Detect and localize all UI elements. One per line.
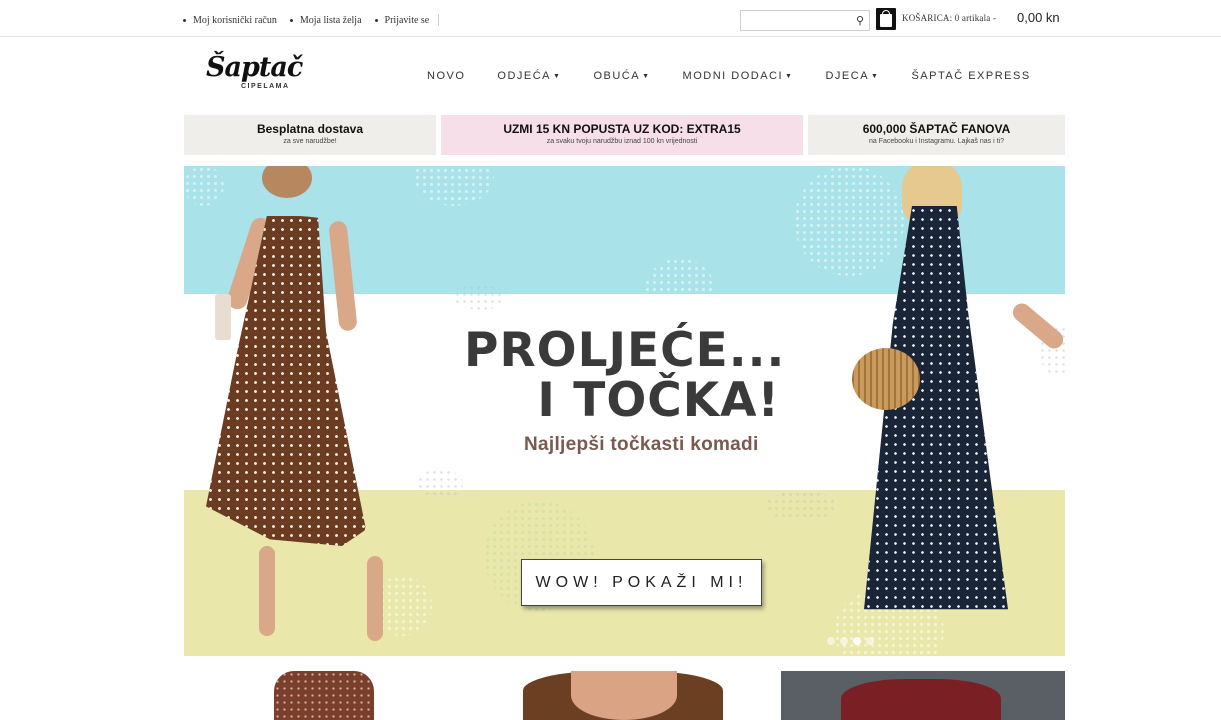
- wishlist-link-label: Moja lista želja: [299, 14, 362, 26]
- nav-label: NOVO: [427, 70, 466, 82]
- nav-label: ŠAPTAČ EXPRESS: [911, 70, 1031, 82]
- nav-item-obuca[interactable]: OBUĆA ▼: [593, 70, 650, 82]
- nav-item-djeca[interactable]: DJECA ▼: [825, 70, 879, 82]
- login-link[interactable]: Prijavite se: [374, 14, 430, 26]
- logo-text: Šaptač: [206, 52, 303, 83]
- nav-label: OBUĆA: [593, 70, 641, 82]
- nav-item-odjeca[interactable]: ODJEĆA ▼: [497, 70, 561, 82]
- promo-discount-code[interactable]: UZMI 15 KN POPUSTA UZ KOD: EXTRA15 za sv…: [441, 115, 803, 155]
- cart-icon[interactable]: [876, 8, 896, 30]
- slider-dot-active[interactable]: [853, 637, 861, 645]
- caret-down-icon: ▼: [642, 73, 651, 80]
- logo[interactable]: Šaptač CIPELAMA: [206, 52, 303, 96]
- polka-decoration: [766, 491, 836, 521]
- account-links: Moj korisnički račun Moja lista želja Pr…: [183, 14, 440, 26]
- promo-subtitle: za sve narudžbe!: [283, 138, 337, 145]
- slider-dot[interactable]: [827, 637, 835, 645]
- nav-item-novo[interactable]: NOVO: [427, 70, 465, 82]
- nav-label: DJECA: [825, 70, 870, 82]
- category-tile-1[interactable]: [184, 671, 468, 720]
- model-left-leg: [259, 546, 275, 636]
- polka-decoration: [644, 258, 716, 330]
- polka-decoration: [417, 469, 463, 499]
- promo-title: Besplatna dostava: [256, 122, 364, 136]
- nav-item-modni-dodaci[interactable]: MODNI DODACI ▼: [683, 70, 794, 82]
- category-tile-2[interactable]: [483, 671, 765, 720]
- promo-subtitle: na Facebooku i Instagramu. Lajkaš nas i …: [868, 138, 1005, 145]
- hero-subtitle: Najljepši točkasti komadi: [524, 434, 759, 455]
- bullet-icon: [183, 18, 186, 22]
- hero-banner[interactable]: PROLJEĆE... I TOČKA! Najljepši točkasti …: [184, 166, 1065, 656]
- model-left-leg: [367, 556, 383, 641]
- slider-dot[interactable]: [866, 637, 874, 645]
- wishlist-link[interactable]: Moja lista želja: [289, 14, 362, 26]
- logo-subtext: CIPELAMA: [241, 83, 290, 90]
- promo-free-shipping[interactable]: Besplatna dostava za sve narudžbe!: [184, 115, 436, 155]
- promo-subtitle: za svaku tvoju narudžbu iznad 100 kn vri…: [546, 138, 698, 145]
- hero-cta-button[interactable]: WOW! POKAŽI MI!: [521, 559, 762, 606]
- login-link-label: Prijavite se: [384, 14, 430, 26]
- account-link[interactable]: Moj korisnički račun: [183, 14, 277, 26]
- model-right-bag: [852, 348, 920, 410]
- slider-pagination: [827, 637, 879, 645]
- hero-headline-line2: I TOČKA!: [537, 373, 780, 428]
- category-tile-3[interactable]: [781, 671, 1065, 720]
- caret-down-icon: ▼: [553, 73, 562, 80]
- nav-label: MODNI DODACI: [682, 70, 784, 82]
- polka-decoration: [794, 166, 904, 276]
- cart-label[interactable]: KOŠARICA: 0 artikala -: [902, 13, 996, 23]
- nav-label: ODJEĆA: [497, 70, 552, 82]
- promo-title: 600,000 ŠAPTAČ FANOVA: [862, 122, 1011, 136]
- nav-item-saptac-express[interactable]: ŠAPTAČ EXPRESS: [911, 70, 1030, 82]
- slider-dot[interactable]: [840, 637, 848, 645]
- cart-total[interactable]: 0,00 kn: [1017, 10, 1060, 25]
- promo-title: UZMI 15 KN POPUSTA UZ KOD: EXTRA15: [503, 122, 741, 136]
- main-nav: NOVO ODJEĆA ▼ OBUĆA ▼ MODNI DODACI ▼ DJECA ▼…: [427, 70, 1063, 82]
- caret-down-icon: ▼: [871, 73, 880, 80]
- bullet-icon: [289, 18, 293, 22]
- polka-decoration: [184, 166, 224, 206]
- polka-decoration: [454, 284, 506, 310]
- divider: [438, 14, 440, 26]
- bullet-icon: [374, 18, 378, 22]
- hero-headline: PROLJEĆE... I TOČKA!: [464, 326, 794, 426]
- caret-down-icon: ▼: [785, 73, 794, 80]
- search-input[interactable]: ⚲: [740, 10, 870, 31]
- hero-headline-line1: PROLJEĆE...: [464, 323, 786, 378]
- search-icon[interactable]: ⚲: [856, 14, 864, 27]
- model-left-clutch: [215, 294, 231, 340]
- top-bar: Moj korisnički račun Moja lista želja Pr…: [0, 0, 1221, 37]
- account-link-label: Moj korisnički račun: [193, 14, 277, 26]
- promo-fans[interactable]: 600,000 ŠAPTAČ FANOVA na Facebooku i Ins…: [808, 115, 1065, 155]
